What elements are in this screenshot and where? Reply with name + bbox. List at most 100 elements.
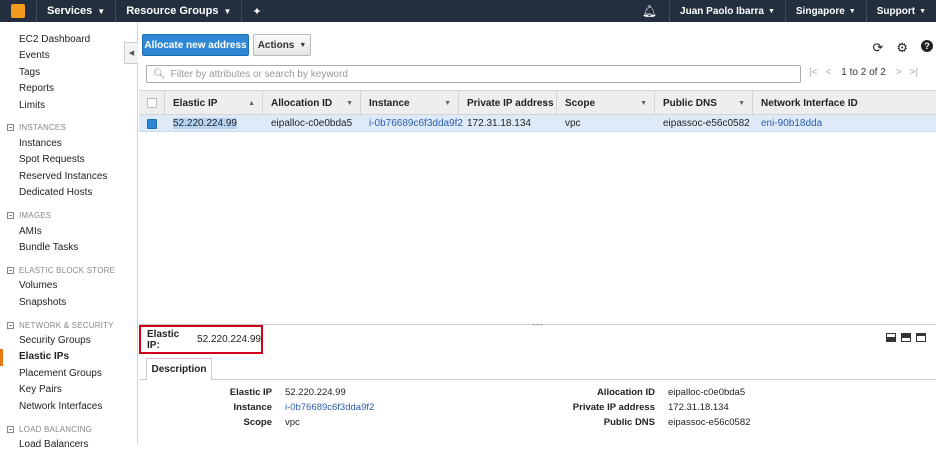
elastic-ip-table: Elastic IP ▲ Allocation ID ▼ Instance ▼ Pri… — [139, 90, 936, 323]
col-elastic-ip[interactable]: Elastic IP ▲ — [165, 91, 263, 115]
next-page-icon[interactable]: > — [896, 67, 902, 78]
aws-logo[interactable] — [0, 0, 36, 22]
services-menu[interactable]: Services ▼ — [36, 0, 115, 22]
chevron-down-icon: ▼ — [299, 41, 307, 49]
sidebar-item-instances[interactable]: Instances — [0, 136, 137, 152]
sidebar-section-header[interactable]: LOAD BALANCING — [0, 421, 137, 437]
table-row[interactable]: 52.220.224.99 eipalloc-c0e0bda5 i-0b7668… — [139, 115, 936, 132]
tab-description[interactable]: Description — [146, 358, 212, 381]
layout-full-pane-icon[interactable] — [916, 333, 926, 342]
chevron-down-icon: ▼ — [97, 6, 106, 16]
col-label: Allocation ID — [271, 97, 333, 109]
col-label: Private IP address — [467, 97, 554, 109]
select-all-checkbox[interactable] — [147, 98, 157, 108]
sidebar-item-spot-requests[interactable]: Spot Requests — [0, 152, 137, 168]
col-label: Network Interface ID — [761, 97, 858, 109]
services-label: Services — [47, 5, 93, 17]
header-select-all[interactable] — [139, 91, 165, 115]
sidebar-section-label: INSTANCES — [19, 123, 66, 133]
search-input[interactable] — [170, 68, 771, 80]
actions-button[interactable]: Actions ▼ — [253, 34, 311, 56]
row-checkbox[interactable] — [147, 118, 157, 129]
sidebar-item-dedicated-hosts[interactable]: Dedicated Hosts — [0, 185, 137, 201]
sidebar-item-elastic-ips[interactable]: Elastic IPs — [0, 349, 137, 366]
prop-key: Scope — [243, 417, 272, 428]
col-network-interface[interactable]: Network Interface ID — [753, 91, 936, 115]
layout-top-pane-icon[interactable] — [901, 333, 911, 342]
sidebar-section-header[interactable]: NETWORK & SECURITY — [0, 317, 137, 333]
sidebar-item-security-groups[interactable]: Security Groups — [0, 333, 137, 349]
prop-key: Elastic IP — [229, 387, 272, 398]
sidebar-item-network-interfaces[interactable]: Network Interfaces — [0, 399, 137, 415]
col-label: Elastic IP — [173, 97, 218, 109]
col-allocation-id[interactable]: Allocation ID ▼ — [263, 91, 361, 115]
refresh-icon[interactable]: ⟳ — [872, 40, 883, 56]
sidebar: EC2 Dashboard Events Tags Reports Limits INST… — [0, 22, 138, 450]
bell-icon[interactable]: 🔔︎ — [630, 4, 669, 18]
sidebar-section-header[interactable]: ELASTIC BLOCK STORE — [0, 262, 137, 278]
layout-bottom-pane-icon[interactable] — [886, 333, 896, 342]
sidebar-item-ec2-dashboard[interactable]: EC2 Dashboard — [0, 32, 137, 48]
first-page-icon[interactable]: |< — [809, 67, 817, 78]
sidebar-item-load-balancers[interactable]: Load Balancers — [0, 437, 137, 453]
prev-page-icon[interactable]: < — [825, 67, 831, 78]
sort-icon: ▼ — [346, 99, 353, 107]
sidebar-section-header[interactable]: IMAGES — [0, 208, 137, 224]
col-public-dns[interactable]: Public DNS ▼ — [655, 91, 753, 115]
sidebar-section-label: NETWORK & SECURITY — [19, 320, 114, 330]
prop-row: Instance i-0b76689c6f3dda9f2 — [139, 402, 374, 417]
cell-instance-link[interactable]: i-0b76689c6f3dda9f2 — [361, 115, 463, 132]
user-name: Juan Paolo Ibarra — [680, 5, 764, 17]
last-page-icon[interactable]: >| — [910, 67, 918, 78]
sidebar-item-reserved-instances[interactable]: Reserved Instances — [0, 169, 137, 185]
sidebar-item-tags[interactable]: Tags — [0, 65, 137, 81]
sidebar-item-volumes[interactable]: Volumes — [0, 278, 137, 294]
user-menu[interactable]: Juan Paolo Ibarra ▼ — [669, 0, 785, 22]
region-label: Singapore — [795, 5, 845, 17]
sidebar-item-key-pairs[interactable]: Key Pairs — [0, 382, 137, 398]
search-field[interactable]: 🔍︎ — [146, 65, 801, 83]
sidebar-item-limits[interactable]: Limits — [0, 98, 137, 114]
prop-row: Elastic IP 52.220.224.99 — [139, 387, 346, 402]
help-icon[interactable]: ? — [921, 40, 933, 52]
collapse-sidebar-button[interactable]: ◀ — [124, 42, 138, 64]
col-label: Public DNS — [663, 97, 717, 109]
gear-icon[interactable]: ⚙ — [896, 40, 908, 56]
col-private-ip[interactable]: Private IP address ▼ — [459, 91, 557, 115]
collapse-section-icon[interactable] — [7, 321, 14, 329]
sort-asc-icon: ▲ — [248, 99, 255, 107]
prop-value: 52.220.224.99 — [285, 387, 346, 398]
prop-value: eipassoc-e56c0582 — [668, 417, 751, 428]
resource-groups-label: Resource Groups — [126, 5, 219, 17]
allocate-new-address-button[interactable]: Allocate new address — [142, 34, 249, 56]
chevron-down-icon: ▼ — [919, 7, 926, 15]
page-count: 1 to 2 of 2 — [841, 67, 886, 78]
sidebar-item-events[interactable]: Events — [0, 48, 137, 64]
sidebar-item-placement-groups[interactable]: Placement Groups — [0, 366, 137, 382]
prop-row: Private IP address 172.31.18.134 — [508, 402, 729, 417]
sidebar-section-header[interactable]: INSTANCES — [0, 120, 137, 136]
support-menu[interactable]: Support ▼ — [865, 0, 936, 22]
row-select[interactable] — [139, 115, 165, 132]
cell-eni-link[interactable]: eni-90b18dda — [753, 115, 936, 132]
table-header: Elastic IP ▲ Allocation ID ▼ Instance ▼ Pri… — [139, 91, 936, 115]
sidebar-item-amis[interactable]: AMIs — [0, 224, 137, 240]
collapse-section-icon[interactable] — [7, 212, 14, 220]
sidebar-section-label: ELASTIC BLOCK STORE — [19, 265, 116, 275]
collapse-section-icon[interactable] — [7, 266, 14, 274]
sidebar-item-reports[interactable]: Reports — [0, 81, 137, 97]
cell-public-dns: eipassoc-e56c0582 — [663, 118, 750, 129]
chevron-down-icon: ▼ — [848, 7, 856, 15]
sidebar-item-bundle-tasks[interactable]: Bundle Tasks — [0, 240, 137, 256]
pin-icon[interactable]: ✦ — [241, 0, 271, 22]
resource-groups-menu[interactable]: Resource Groups ▼ — [115, 0, 241, 22]
region-menu[interactable]: Singapore ▼ — [784, 0, 866, 22]
sidebar-item-snapshots[interactable]: Snapshots — [0, 295, 137, 311]
collapse-section-icon[interactable] — [7, 425, 14, 433]
col-instance[interactable]: Instance ▼ — [361, 91, 459, 115]
detail-title-value: 52.220.224.99 — [197, 334, 261, 345]
col-scope[interactable]: Scope ▼ — [557, 91, 655, 115]
collapse-section-icon[interactable] — [7, 124, 14, 132]
prop-value: vpc — [285, 417, 300, 428]
instance-link[interactable]: i-0b76689c6f3dda9f2 — [285, 402, 374, 417]
